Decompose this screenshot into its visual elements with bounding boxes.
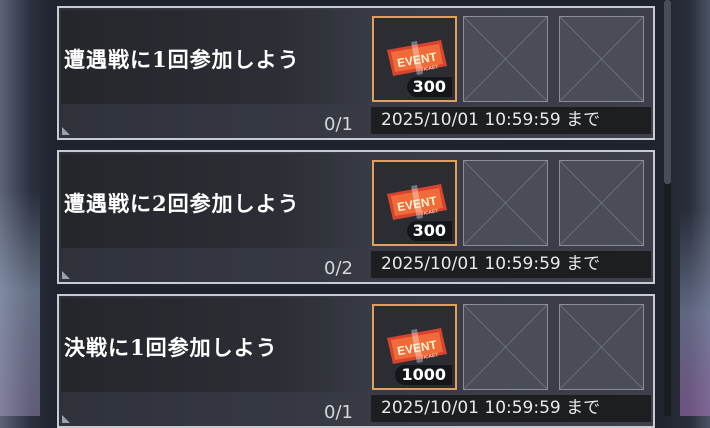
mission-progress: 0/1 xyxy=(324,402,353,423)
empty-reward-slot xyxy=(559,304,644,390)
reward-slot[interactable]: EVENT TICKET 300 xyxy=(372,160,457,246)
mission-list[interactable]: 遭遇戦に1回参加しよう EVENT TICKET 300 0/1 2025/10… xyxy=(57,0,655,428)
empty-reward-slot xyxy=(559,16,644,102)
empty-slot-x-icon xyxy=(464,17,547,101)
corner-marker-icon xyxy=(62,415,70,423)
scrollbar-thumb[interactable] xyxy=(664,0,671,184)
mission-title: 遭遇戦に1回参加しよう xyxy=(64,47,300,72)
mission-deadline: 2025/10/01 10:59:59 まで xyxy=(371,395,651,422)
empty-reward-slot xyxy=(463,160,548,246)
event-ticket-icon: EVENT TICKET xyxy=(387,40,447,76)
empty-slot-x-icon xyxy=(464,161,547,245)
event-ticket-icon: EVENT TICKET xyxy=(387,184,447,220)
reward-count: 300 xyxy=(406,221,452,241)
empty-slot-x-icon xyxy=(560,161,643,245)
mission-title: 決戦に1回参加しよう xyxy=(64,335,278,360)
empty-reward-slot xyxy=(463,16,548,102)
background-glow-left xyxy=(0,190,40,416)
mission-deadline: 2025/10/01 10:59:59 まで xyxy=(371,251,651,278)
event-ticket-icon: EVENT TICKET xyxy=(387,328,447,364)
empty-slot-x-icon xyxy=(560,305,643,389)
reward-slot[interactable]: EVENT TICKET 300 xyxy=(372,16,457,102)
mission-progress: 0/1 xyxy=(324,114,353,135)
corner-marker-icon xyxy=(62,271,70,279)
mission-card[interactable]: 決戦に1回参加しよう EVENT TICKET 1000 0/1 2025/10… xyxy=(57,294,655,428)
empty-reward-slot xyxy=(559,160,644,246)
mission-progress: 0/2 xyxy=(324,258,353,279)
mission-deadline: 2025/10/01 10:59:59 まで xyxy=(371,107,651,134)
mission-card[interactable]: 遭遇戦に1回参加しよう EVENT TICKET 300 0/1 2025/10… xyxy=(57,6,655,140)
mission-title: 遭遇戦に2回参加しよう xyxy=(64,191,300,216)
reward-count: 300 xyxy=(406,77,452,97)
corner-marker-icon xyxy=(62,127,70,135)
background-glow-right xyxy=(680,210,710,416)
reward-count: 1000 xyxy=(395,365,452,385)
empty-slot-x-icon xyxy=(464,305,547,389)
mission-card[interactable]: 遭遇戦に2回参加しよう EVENT TICKET 300 0/2 2025/10… xyxy=(57,150,655,284)
empty-slot-x-icon xyxy=(560,17,643,101)
empty-reward-slot xyxy=(463,304,548,390)
reward-slot[interactable]: EVENT TICKET 1000 xyxy=(372,304,457,390)
